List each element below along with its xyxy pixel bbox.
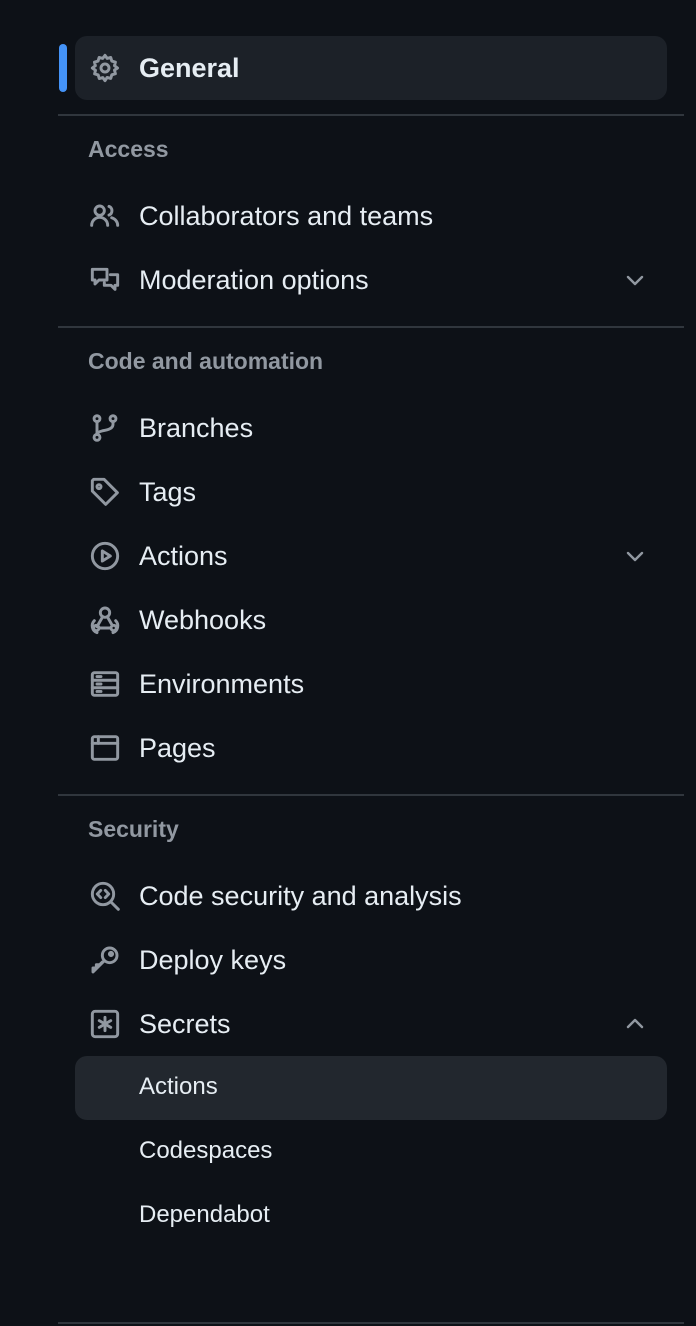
key-icon [89,944,121,976]
git-branch-icon [89,412,121,444]
sidebar-item-label: Deploy keys [139,944,287,975]
sidebar-subitem-label: Dependabot [139,1201,270,1228]
sidebar-item-label: Environments [139,668,305,699]
sidebar-item-label: General [139,52,240,83]
comment-discussion-icon [89,264,121,296]
active-indicator [59,44,67,92]
sidebar-item-general[interactable]: General [59,36,667,100]
sidebar-item-deploy-keys[interactable]: Deploy keys [75,928,667,992]
sidebar-item-secrets[interactable]: Secrets [75,992,667,1056]
sidebar-item-label: Webhooks [139,604,267,635]
divider [58,114,684,116]
sidebar-item-label: Collaborators and teams [139,200,434,231]
server-icon [89,668,121,700]
webhook-icon [89,604,121,636]
sidebar-subitem-secrets-dependabot[interactable]: Dependabot [75,1184,667,1248]
divider [58,326,684,328]
section-title-code-and-automation: Code and automation [88,348,324,374]
sidebar-subitem-secrets-codespaces[interactable]: Codespaces [75,1120,667,1184]
browser-icon [89,732,121,764]
sidebar-subitem-label: Codespaces [139,1137,273,1164]
sidebar-item-collaborators[interactable]: Collaborators and teams [75,184,667,248]
sidebar-item-pages[interactable]: Pages [75,716,667,780]
sidebar-item-webhooks[interactable]: Webhooks [75,588,667,652]
sidebar-item-label: Pages [139,732,216,763]
play-icon [89,540,121,572]
sidebar-item-label: Moderation options [139,264,369,295]
sidebar-item-label: Branches [139,412,254,443]
key-asterisk-icon [89,1008,121,1040]
sidebar-subitem-label: Actions [139,1073,218,1100]
chevron-down-icon[interactable] [623,268,647,292]
sidebar-item-actions[interactable]: Actions [75,524,667,588]
settings-sidebar: General Access Collaborators and teams M… [58,36,684,1248]
chevron-up-icon[interactable] [623,1012,647,1036]
sidebar-item-moderation-options[interactable]: Moderation options [75,248,667,312]
sidebar-item-label: Code security and analysis [139,880,462,911]
section-title-security: Security [88,816,179,842]
sidebar-subitem-secrets-actions[interactable]: Actions [75,1056,667,1120]
section-title-access: Access [88,136,169,162]
people-icon [89,200,121,232]
sidebar-item-branches[interactable]: Branches [75,396,667,460]
gear-icon [89,52,121,84]
sidebar-item-tags[interactable]: Tags [75,460,667,524]
sidebar-item-label: Secrets [139,1008,231,1039]
codescan-icon [89,880,121,912]
divider [58,794,684,796]
sidebar-item-code-security[interactable]: Code security and analysis [75,864,667,928]
sidebar-item-label: Tags [139,476,197,507]
tag-icon [89,476,121,508]
divider [58,1322,684,1324]
sidebar-item-environments[interactable]: Environments [75,652,667,716]
chevron-down-icon[interactable] [623,544,647,568]
sidebar-item-label: Actions [139,540,228,571]
